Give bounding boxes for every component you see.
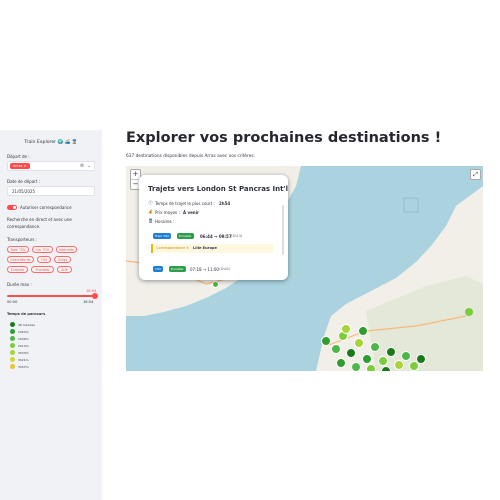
destination-marker[interactable]: [362, 354, 372, 364]
legend-dot: [10, 322, 15, 327]
popup-title: Trajets vers London St Pancras Int'l: [148, 185, 289, 193]
legend-dot: [10, 357, 15, 362]
date-label: Date de départ :: [7, 179, 40, 184]
legend-label: 3h21m: [18, 358, 29, 362]
trip2-time: 07:18 → 11:00: [190, 267, 219, 272]
destination-marker[interactable]: [416, 354, 426, 364]
sidebar: Train Explorer 🌍 🚄 🚆 Départ de : Arras ×…: [0, 130, 102, 500]
duree-slider-track[interactable]: [7, 295, 95, 297]
destination-marker[interactable]: [341, 324, 351, 334]
destination-marker[interactable]: [394, 360, 404, 370]
date-input[interactable]: 21/05/2025: [7, 186, 95, 196]
transporteur-chip[interactable]: TGV: [37, 256, 51, 263]
correspondance-toggle[interactable]: [7, 205, 17, 210]
destination-marker[interactable]: [386, 347, 396, 357]
date-value: 21/05/2025: [12, 189, 36, 194]
destination-marker[interactable]: [370, 342, 380, 352]
depart-label: Départ de :: [7, 154, 30, 159]
destination-marker[interactable]: [401, 351, 411, 361]
legend-label: 1h49m: [18, 337, 29, 341]
trip1-time: 06:44 → 09:57: [200, 234, 232, 239]
duree-label: Durée max :: [7, 282, 32, 287]
map-popup: Trajets vers London St Pancras Int'l 🕐 T…: [139, 175, 288, 280]
correspondance-label: Correspondance à: [156, 246, 189, 250]
price-value: À venir: [183, 210, 199, 215]
trip1-badge-2: Eurostar: [177, 233, 194, 239]
trip2-badge-1: TGV: [153, 266, 164, 272]
fullscreen-icon[interactable]: ⤢: [470, 169, 481, 180]
destination-marker[interactable]: [336, 358, 346, 368]
legend-dot: [10, 343, 15, 348]
depart-select[interactable]: Arras × ⊗ ⌄: [7, 161, 95, 171]
transport-label: Transporteurs :: [7, 237, 38, 242]
depart-chip-label: Arras: [13, 164, 23, 168]
destination-marker[interactable]: [331, 344, 341, 354]
destination-marker[interactable]: [381, 366, 391, 371]
london-marker[interactable]: [212, 281, 219, 288]
shortest-value: 2h54: [219, 201, 231, 206]
duree-slider-thumb[interactable]: [92, 293, 98, 299]
schedule-icon: 🚆: [148, 218, 153, 223]
duree-max: 18:54: [83, 300, 94, 304]
depart-chip[interactable]: Arras ×: [10, 163, 30, 169]
duree-min: 00:00: [7, 300, 18, 304]
legend-label: 3h33m: [18, 351, 29, 355]
chevron-down-icon[interactable]: ⌄: [87, 163, 91, 169]
marker[interactable]: [465, 308, 473, 316]
legend-dot: [10, 329, 15, 334]
page-subtitle: 637 destinations disponibles depuis Arra…: [126, 154, 256, 159]
destination-marker[interactable]: [366, 364, 376, 371]
destination-marker[interactable]: [378, 356, 388, 366]
legend-label: 2h13m: [18, 344, 29, 348]
correspondance-city: Lille Europe: [193, 246, 217, 250]
destination-marker[interactable]: [321, 336, 331, 346]
transporteur-chip[interactable]: Train TGV: [7, 246, 29, 253]
shortest-label: Temps de trajet le plus court :: [155, 201, 215, 206]
transporteur-chip[interactable]: Frontalis: [31, 266, 54, 273]
hours-label: Horaires :: [155, 219, 175, 224]
popup-scrollbar[interactable]: [282, 205, 284, 255]
toggle-label: Autoriser correspondance: [20, 205, 72, 210]
transporteur-chip[interactable]: Car TGV: [32, 246, 53, 253]
clock-icon: 🕐: [148, 200, 153, 205]
sidebar-title: Train Explorer 🌍 🚄 🚆: [24, 140, 78, 145]
legend-dot: [10, 336, 15, 341]
transporteur-chip[interactable]: Arlé: [57, 266, 72, 273]
transporteur-chip[interactable]: Ouigo: [54, 256, 71, 263]
destination-marker[interactable]: [354, 338, 364, 348]
legend-label: 3h57m: [18, 365, 29, 369]
legend-dot: [10, 350, 15, 355]
clear-icon[interactable]: ⊗: [80, 163, 84, 169]
destination-marker[interactable]: [351, 362, 361, 371]
legend-label: 1h53m: [18, 330, 29, 334]
trip2-badge-2: Eurostar: [169, 266, 186, 272]
trip1-duration: (3h13): [231, 234, 243, 238]
legend-dot: [10, 364, 15, 369]
legend-title: Temps de parcours: [7, 312, 46, 316]
transporteur-chip[interactable]: Intercités de nuit: [7, 256, 34, 269]
correspondance-box: Correspondance à Lille Europe: [151, 244, 273, 253]
trip2-duration: (3h42): [219, 267, 231, 271]
destination-marker[interactable]: [346, 348, 356, 358]
legend-label: 46 minutes: [18, 323, 35, 327]
price-icon: 💰: [148, 209, 153, 214]
info-text: Recherche en direct et avec une correspo…: [7, 217, 72, 229]
page-title: Explorer vos prochaines destinations !: [126, 130, 442, 146]
transporteur-chip[interactable]: Eurostar: [7, 266, 28, 273]
transporteur-chip[interactable]: Intercités: [56, 246, 77, 253]
destination-marker[interactable]: [358, 326, 368, 336]
price-label: Prix moyen :: [155, 210, 181, 215]
trip1-badge-1: Train TGV: [153, 233, 172, 239]
